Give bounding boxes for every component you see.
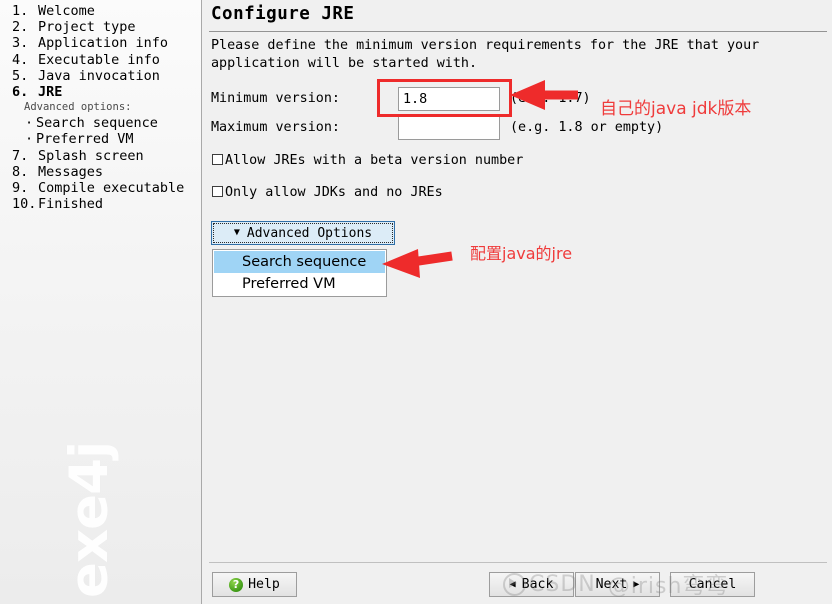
step-label: Compile executable [38,180,185,197]
step-number: 1. [12,3,29,19]
sidebar-item-java-invocation[interactable]: 5. Java invocation [12,67,201,84]
step-number: 5. [12,67,29,84]
step-label: Java invocation [38,67,160,84]
maximum-version-hint: (e.g. 1.8 or empty) [510,120,664,135]
maximum-version-label: Maximum version: [211,120,340,135]
advanced-options-menu: Search sequence Preferred VM [212,249,387,297]
arrow-right-icon: ▶ [633,578,640,590]
next-button[interactable]: Next ▶ [575,572,660,597]
page-title: Configure JRE [211,4,355,24]
checkbox-label: Only allow JDKs and no JREs [225,185,443,200]
sidebar-subitem-preferred-vm[interactable]: · Preferred VM [12,131,201,148]
step-number: 6. [12,84,29,101]
help-button[interactable]: ? Help [212,572,297,597]
arrow-left-icon: ◀ [509,578,516,590]
title-divider [209,31,827,32]
minimum-version-input[interactable] [398,87,500,111]
step-number: 2. [12,19,29,36]
exe4j-wizard-window: 1. Welcome 2. Project type 3. Application i… [0,0,832,604]
advanced-options-button[interactable]: ▼ Advanced Options [211,221,395,245]
maximum-version-input[interactable] [398,116,500,140]
step-number: 9. [12,180,29,197]
menu-item-preferred-vm[interactable]: Preferred VM [214,273,385,295]
sidebar-item-application-info[interactable]: 3. Application info [12,35,201,52]
step-number: 7. [12,147,29,164]
minimum-version-hint: (e.g. 1.7) [510,91,591,106]
step-label: Project type [38,19,136,36]
bullet-icon: · [25,115,34,132]
next-button-label: Next [595,577,628,592]
cancel-button[interactable]: Cancel [670,572,755,597]
sidebar-item-project-type[interactable]: 2. Project type [12,19,201,36]
sidebar-subitem-search-sequence[interactable]: · Search sequence [12,115,201,132]
menu-item-search-sequence[interactable]: Search sequence [214,251,385,273]
back-button-label: Back [521,577,554,592]
step-label: Welcome [38,3,95,19]
step-number: 3. [12,35,29,52]
step-label: Executable info [38,51,160,68]
sidebar-item-compile-executable[interactable]: 9. Compile executable [12,180,201,197]
footer-divider [209,562,827,563]
wizard-step-sidebar: 1. Welcome 2. Project type 3. Application i… [0,0,202,604]
sub-step-label: Preferred VM [36,131,134,148]
allow-beta-jres-checkbox[interactable]: Allow JREs with a beta version number [212,153,523,168]
sidebar-item-executable-info[interactable]: 4. Executable info [12,51,201,68]
bullet-icon: · [25,131,34,148]
exe4j-logo-watermark: exe4j [59,441,120,598]
sidebar-advanced-options-heading: Advanced options: [24,101,132,114]
sidebar-item-splash-screen[interactable]: 7. Splash screen [12,147,201,164]
step-label: Splash screen [38,147,144,164]
wizard-step-list: 1. Welcome 2. Project type 3. Application i… [12,3,201,213]
checkbox-icon[interactable] [212,186,223,197]
page-description: Please define the minimum version requir… [211,38,768,71]
minimum-version-label: Minimum version: [211,91,340,106]
step-label: Application info [38,35,169,52]
checkbox-icon[interactable] [212,154,223,165]
sidebar-item-messages[interactable]: 8. Messages [12,163,201,180]
sidebar-item-finished[interactable]: 10. Finished [12,196,201,213]
step-label: JRE [38,84,63,101]
step-number: 4. [12,51,29,68]
sub-step-label: Search sequence [36,115,158,132]
help-icon: ? [229,577,244,592]
back-button[interactable]: ◀ Back [489,572,574,597]
sidebar-item-welcome[interactable]: 1. Welcome [12,3,201,19]
step-number: 10. [12,196,37,213]
step-label: Messages [38,163,104,180]
help-button-label: Help [248,577,280,592]
only-jdks-checkbox[interactable]: Only allow JDKs and no JREs [212,185,443,200]
sidebar-item-jre[interactable]: 6. JRE [12,84,201,101]
advanced-options-label: Advanced Options [246,225,373,241]
step-number: 8. [12,163,29,180]
checkbox-label: Allow JREs with a beta version number [225,153,524,168]
wizard-content-panel: Configure JRE Please define the minimum … [203,0,832,604]
cancel-button-label: Cancel [688,577,737,592]
step-label: Finished [38,196,104,213]
chevron-down-icon: ▼ [233,227,240,238]
